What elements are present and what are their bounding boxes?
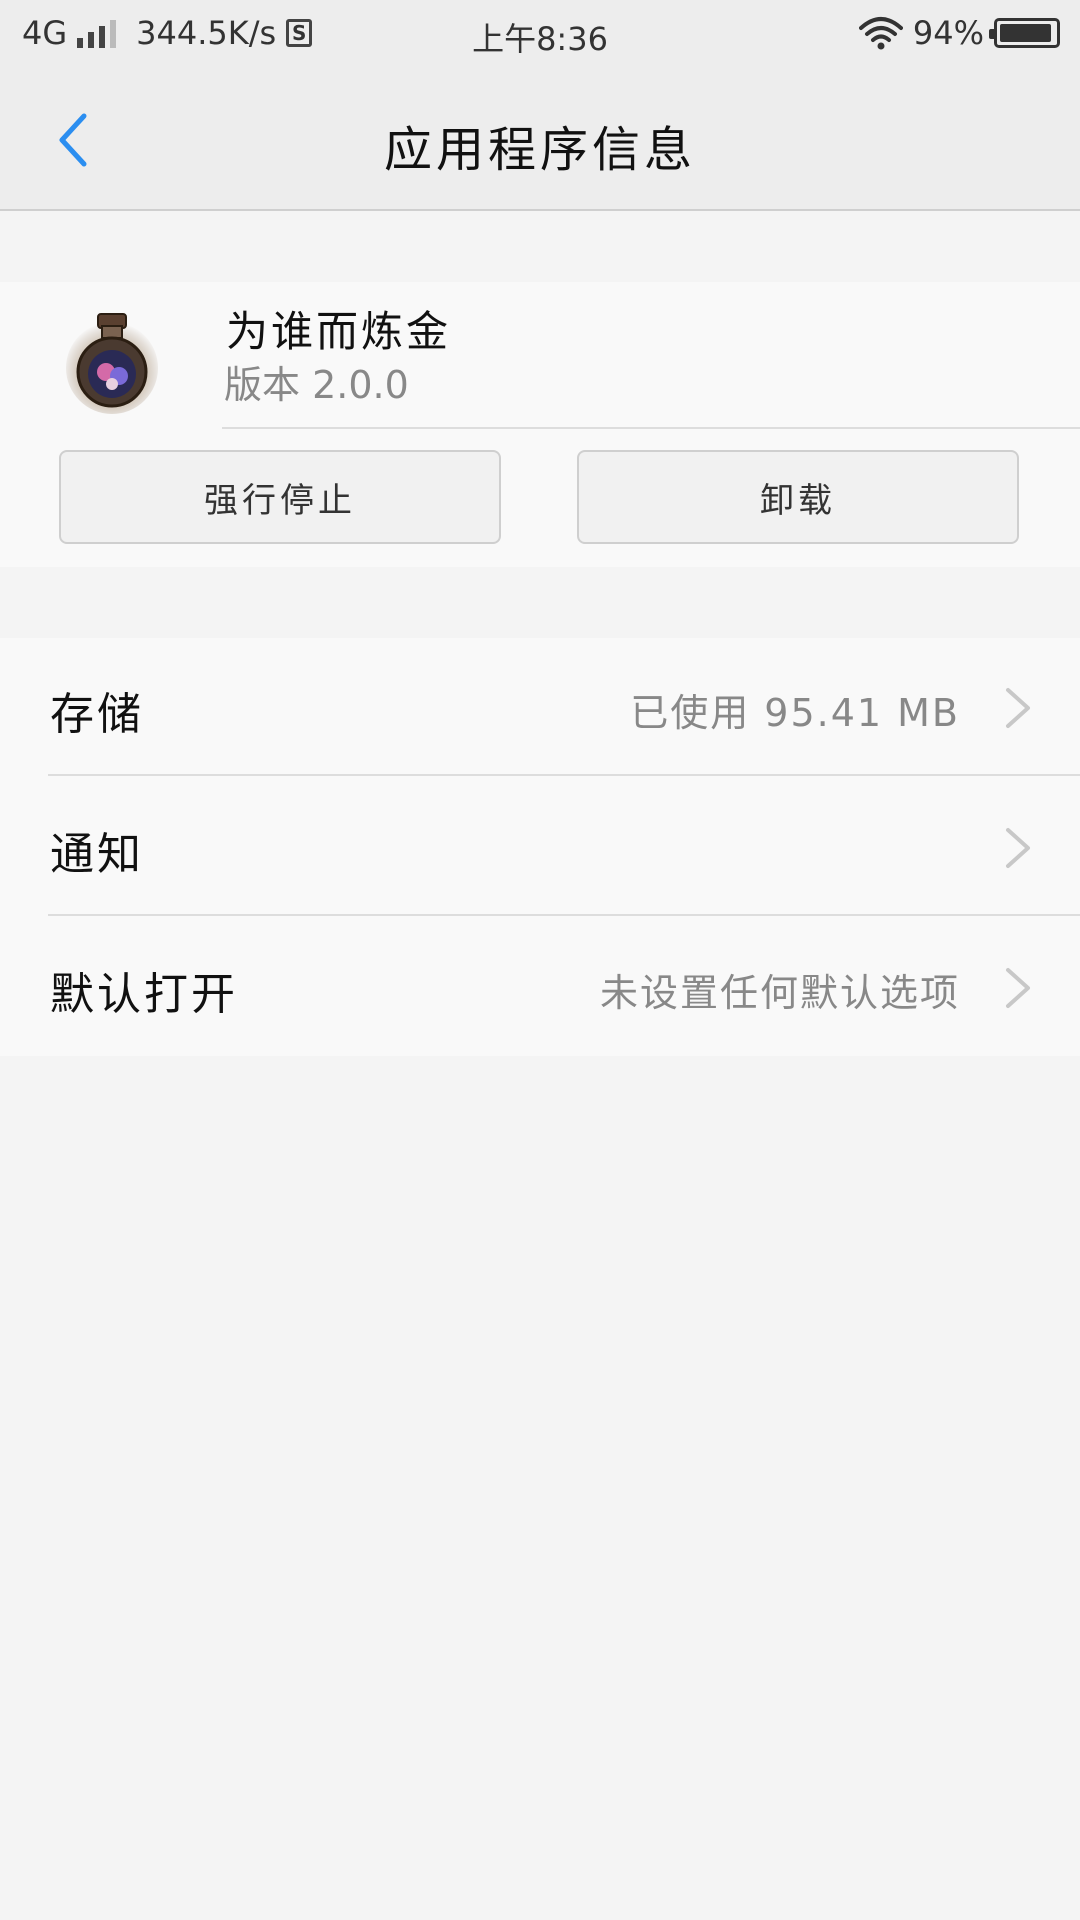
uninstall-button[interactable]: 卸载 (577, 450, 1019, 544)
divider (48, 914, 1080, 916)
battery-icon (989, 18, 1060, 48)
list-item-storage[interactable]: 存储 已使用 95.41 MB (0, 638, 1080, 776)
battery-fill (1000, 24, 1051, 42)
divider (48, 774, 1080, 776)
chevron-right-icon (1006, 968, 1030, 1008)
status-right: 94% (858, 14, 1060, 52)
list-item-open-by-default[interactable]: 默认打开 未设置任何默认选项 (0, 918, 1080, 1056)
chevron-right-icon (1006, 688, 1030, 728)
page-title: 应用程序信息 (383, 122, 696, 178)
list-item-value: 未设置任何默认选项 (599, 971, 960, 1015)
list-item-label: 存储 (50, 689, 144, 740)
chevron-right-icon (1006, 828, 1030, 868)
list-item-label: 默认打开 (50, 969, 238, 1020)
list-item-label: 通知 (50, 829, 144, 880)
force-stop-button[interactable]: 强行停止 (59, 450, 501, 544)
app-bar: 应用程序信息 (0, 70, 1080, 211)
divider (222, 427, 1080, 429)
app-version: 版本 2.0.0 (224, 363, 409, 407)
settings-list: 存储 已使用 95.41 MB 通知 默认打开 未设置任何默认选项 (0, 638, 1080, 1056)
wifi-icon (858, 17, 903, 50)
list-item-notifications[interactable]: 通知 (0, 778, 1080, 916)
potion-bottle-app-icon (64, 306, 160, 416)
battery-percent: 94% (912, 14, 984, 52)
status-bar: 4G 344.5K/s S 上午8:36 94% (0, 0, 1080, 70)
list-item-value: 已使用 95.41 MB (630, 691, 960, 735)
app-name: 为谁而炼金 (226, 307, 452, 356)
app-info-card: 为谁而炼金 版本 2.0.0 强行停止 卸载 (0, 282, 1080, 567)
